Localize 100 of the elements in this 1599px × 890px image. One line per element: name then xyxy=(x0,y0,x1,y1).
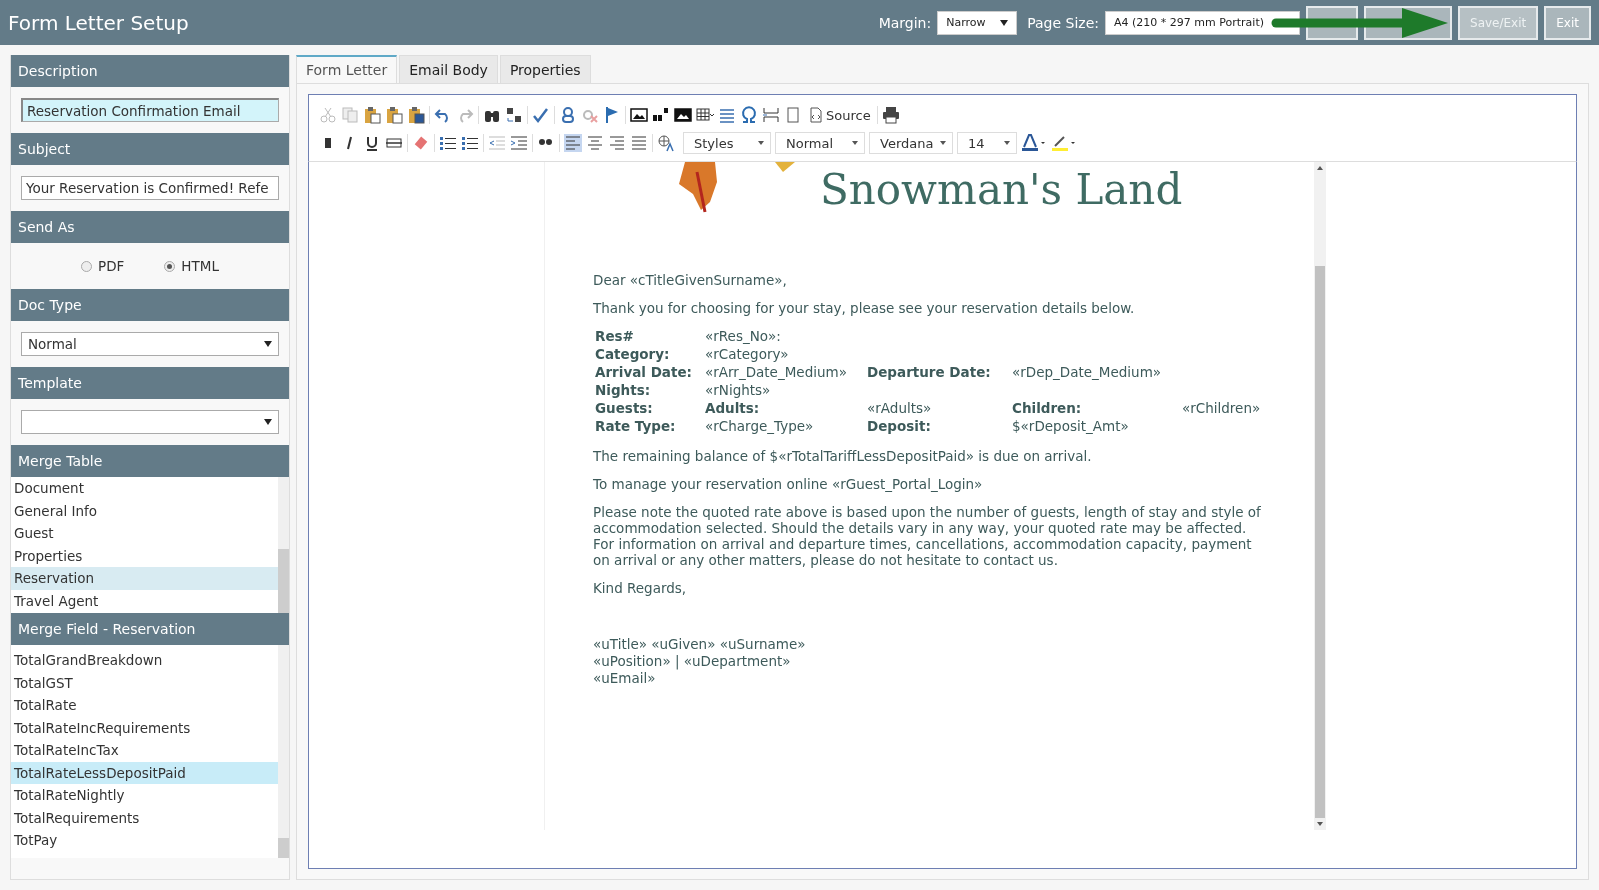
section-header: Subject xyxy=(11,133,289,165)
ar-icon[interactable] xyxy=(608,134,626,152)
paragraph-text: Kind Regards, xyxy=(593,580,688,596)
lang-icon[interactable] xyxy=(657,134,675,152)
aj-icon[interactable] xyxy=(630,134,648,152)
section-header: Merge Table xyxy=(11,445,289,477)
tab[interactable]: Email Body xyxy=(399,55,498,83)
paste-icon[interactable] xyxy=(363,106,381,124)
margin-label: Margin: xyxy=(878,14,932,31)
paragraph-text: The remaining balance of $«rTotalTariffLessDepositPaid» is due on arrival. xyxy=(593,448,1093,464)
merge-field-text: «rRes_No»: xyxy=(705,328,782,344)
section-header: Merge Field - Reservation xyxy=(11,613,289,645)
caret-icon xyxy=(758,141,764,145)
scrollbar[interactable] xyxy=(1314,162,1326,830)
signature-line: «uTitle» «uGiven» «uSurname» xyxy=(593,636,807,653)
indent-icon[interactable] xyxy=(510,134,528,152)
line-break-icon[interactable] xyxy=(762,106,780,124)
letter-heading: Snowman's Land xyxy=(820,164,1183,216)
caret-icon xyxy=(264,419,272,425)
ul-icon[interactable] xyxy=(461,134,479,152)
list-item[interactable]: TotalGrandBreakdown xyxy=(11,649,278,672)
list-item[interactable]: Document xyxy=(11,477,278,500)
list-item[interactable]: Guest xyxy=(11,522,278,545)
caret-icon xyxy=(264,341,272,347)
margin-dropdown[interactable]: Narrow xyxy=(937,10,1018,35)
signature-line: «uPosition» | «uDepartment» xyxy=(593,653,792,670)
merge-field-text: «rArr_Date_Medium» xyxy=(705,364,848,380)
list-item[interactable]: TotalRate xyxy=(11,694,278,717)
list-item[interactable]: General Info xyxy=(11,499,278,522)
detail-label: Arrival Date: xyxy=(595,364,693,380)
source-button[interactable]: Source xyxy=(806,107,873,123)
merge-field-text: «rDep_Date_Medium» xyxy=(1012,364,1163,380)
caret-icon xyxy=(1004,141,1010,145)
highlight-icon[interactable] xyxy=(1051,134,1077,152)
merge-field-text: «rNights» xyxy=(705,382,772,398)
print-icon[interactable] xyxy=(881,106,900,124)
radio-button[interactable] xyxy=(164,260,176,272)
paste-text-icon[interactable] xyxy=(385,106,403,124)
list-item[interactable]: Properties xyxy=(11,544,278,567)
detail-label: Deposit: xyxy=(867,418,932,434)
caret-icon xyxy=(940,141,946,145)
section-header: Send As xyxy=(11,211,289,243)
scrollbar[interactable] xyxy=(278,477,289,613)
list-item[interactable]: TotalRateIncTax xyxy=(11,739,278,762)
text-color-icon[interactable] xyxy=(1021,134,1047,152)
radio-label: HTML xyxy=(181,258,219,274)
paste-word-icon[interactable] xyxy=(407,106,425,124)
detail-label: Rate Type: xyxy=(595,418,677,434)
ol-icon[interactable] xyxy=(439,134,457,152)
format-dropdown[interactable]: Normal xyxy=(775,132,865,154)
picture-icon[interactable] xyxy=(674,106,692,124)
detail-label: Children: xyxy=(1012,400,1083,416)
omega-icon[interactable] xyxy=(740,106,758,124)
detail-label: Adults: xyxy=(705,400,761,416)
merge-field-text: «rChildren» xyxy=(1182,400,1262,416)
styles-dropdown[interactable]: Styles xyxy=(683,132,771,154)
caret-icon xyxy=(852,141,858,145)
doc-type-dropdown[interactable]: Normal xyxy=(21,332,279,356)
radio-label: PDF xyxy=(98,258,125,274)
list-item[interactable]: TotalRateNightly xyxy=(11,784,278,807)
section-header: Description xyxy=(11,55,289,87)
list-item[interactable]: TotPay xyxy=(11,829,278,852)
list-item[interactable]: Reservation xyxy=(11,567,278,590)
detail-label: Nights: xyxy=(595,382,652,398)
font-dropdown[interactable]: Verdana xyxy=(869,132,953,154)
outdent-icon[interactable] xyxy=(488,134,506,152)
page-size-label: Page Size: xyxy=(1027,14,1100,31)
paragraph-text: To manage your reservation online «rGuest_Portal_Login» xyxy=(593,476,984,492)
source-icon xyxy=(808,107,824,123)
list-item[interactable]: TotalRequirements xyxy=(11,806,278,829)
subject-field[interactable]: Your Reservation is Confirmed! Refe xyxy=(21,176,279,200)
detail-label: Departure Date: xyxy=(867,364,992,380)
tab[interactable]: Form Letter xyxy=(296,55,398,83)
greeting-text: Dear «cTitleGivenSurname», xyxy=(593,272,788,288)
ac-icon[interactable] xyxy=(586,134,604,152)
description-field[interactable]: Reservation Confirmation Email xyxy=(21,98,279,122)
merge-field-text: «rAdults» xyxy=(867,400,933,416)
tab[interactable]: Properties xyxy=(499,55,591,83)
scrollbar[interactable] xyxy=(278,645,289,858)
al-icon[interactable] xyxy=(564,134,582,152)
merge-field-text: $«rDeposit_Amt» xyxy=(1012,418,1130,434)
section-header: Template xyxy=(11,367,289,399)
spellcheck-icon[interactable] xyxy=(532,106,550,124)
section-header: Doc Type xyxy=(11,289,289,321)
list-item[interactable]: Travel Agent xyxy=(11,589,278,612)
intro-text: Thank you for choosing for your stay, please see your reservation details below. xyxy=(593,300,1136,316)
font-size-dropdown[interactable]: 14 xyxy=(957,132,1017,154)
list-item[interactable]: TotalRateIncRequirements xyxy=(11,716,278,739)
arrow-icon xyxy=(1270,6,1449,39)
detail-label: Guests: xyxy=(595,400,654,416)
paragraph-text: Please note the quoted rate above is based upon the number of guests, length of stay and style of accommodation selected. Should the details vary in any way, your quoted rate may be affected. For information on arrival and departure times, cancellations, accommodation capacity, payment on arrival or any other matters, please do not hesitate to contact us. xyxy=(593,504,1262,568)
detail-label: Category: xyxy=(595,346,671,362)
list-item[interactable]: TotalRateLessDepositPaid xyxy=(11,761,278,784)
page-size-dropdown[interactable]: A4 (210 * 297 mm Portrait) xyxy=(1105,10,1301,35)
table-icon[interactable] xyxy=(696,106,714,124)
list-item[interactable]: TotalGST xyxy=(11,671,278,694)
image-icon[interactable] xyxy=(630,106,648,124)
signature-line: «uEmail» xyxy=(593,670,657,687)
radio-button[interactable] xyxy=(81,260,93,272)
merge-field-text: «rCharge_Type» xyxy=(705,418,815,434)
